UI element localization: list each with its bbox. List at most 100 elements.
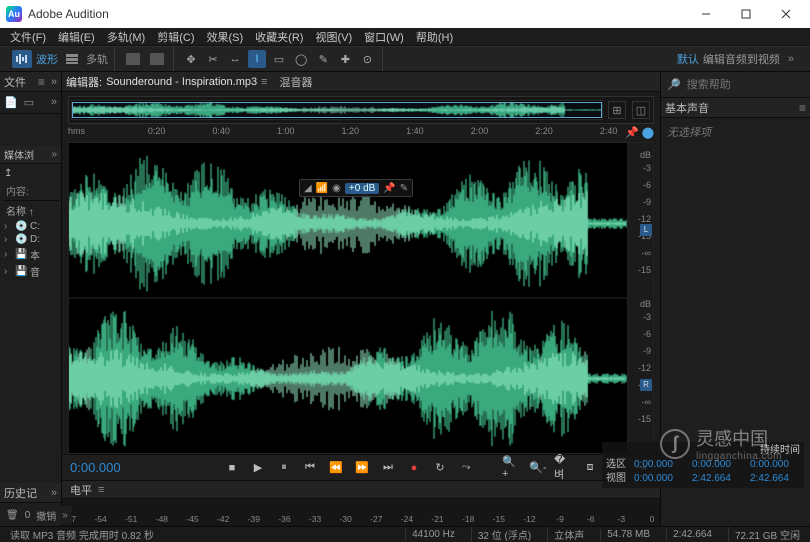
overview-zoom-button[interactable]: ⊞ <box>608 101 626 119</box>
status-message: 读取 MP3 音频 完成用时 0.82 秒 <box>4 527 160 542</box>
files-panel-menu-icon[interactable]: ≡ <box>38 75 45 89</box>
stop-button[interactable]: ■ <box>222 459 242 477</box>
drive-item[interactable]: ›💾本 <box>2 246 59 263</box>
tab-options-icon[interactable]: ≡ <box>261 76 267 88</box>
status-channels: 立体声 <box>547 527 590 542</box>
menu-favorites[interactable]: 收藏夹(R) <box>249 29 309 45</box>
timecode-display[interactable]: 0:00.000 <box>70 460 150 475</box>
open-file-icon[interactable]: 📄 <box>4 96 18 109</box>
settings-icon[interactable]: ⬤ <box>642 126 654 142</box>
overview-nav-button[interactable]: ◫ <box>632 101 650 119</box>
workspace-default[interactable]: 默认 <box>677 51 699 67</box>
pause-button[interactable]: ⏸ <box>274 459 294 477</box>
maximize-button[interactable] <box>726 0 766 28</box>
undo-count: 0 <box>25 510 31 521</box>
drive-item[interactable]: ›💿D: <box>2 233 59 246</box>
media-browser-header[interactable]: 媒体浏 » <box>0 146 61 164</box>
content-label: 内容: <box>2 181 59 201</box>
menu-multitrack[interactable]: 多轨(M) <box>101 29 152 45</box>
timing-selection-dur[interactable]: 0:00.000 <box>750 458 800 472</box>
skip-start-button[interactable]: ⏮ <box>300 459 320 477</box>
tool-move[interactable]: ✥ <box>182 50 200 68</box>
levels-meter[interactable]: -57-54-51-48-45-42-39-36-33-30-27-24-21-… <box>62 498 660 526</box>
skip-end-button[interactable]: ⏭ <box>378 459 398 477</box>
tool-stamp[interactable]: ⊙ <box>358 50 376 68</box>
hud-toolbar[interactable]: ◢ 📶 ◉ +0 dB 📌 ✎ <box>299 179 413 197</box>
help-search-row: 🔎 <box>661 72 810 98</box>
zoom-full-button[interactable]: �벼 <box>554 459 574 477</box>
skip-selection-button[interactable]: ⤳ <box>456 459 476 477</box>
close-button[interactable] <box>766 0 806 28</box>
drive-item[interactable]: ›💿C: <box>2 220 59 233</box>
essential-sound-header[interactable]: 基本声音 ≡ <box>661 98 810 118</box>
help-search-input[interactable] <box>687 79 810 91</box>
tool-time-select[interactable]: I <box>248 50 266 68</box>
amplitude-ruler[interactable]: dB-3-6-9-12-15-∞-15LdB-3-6-9-12-15-∞-15R <box>627 143 653 453</box>
time-ruler[interactable]: hms 0:200:401:001:201:402:002:202:40 📌 ⬤ <box>68 126 654 142</box>
overview-bar[interactable]: ⊞ ◫ <box>68 96 654 124</box>
hud-edit-icon[interactable]: ✎ <box>400 183 408 194</box>
titlebar: Au Adobe Audition <box>0 0 810 28</box>
tool-spectral-freq[interactable] <box>123 50 143 68</box>
tool-razor[interactable]: ✂ <box>204 50 222 68</box>
menu-effects[interactable]: 效果(S) <box>201 29 250 45</box>
hud-pan-icon[interactable]: ◉ <box>332 183 341 194</box>
hud-gain-value[interactable]: +0 dB <box>345 183 379 194</box>
tab-editor[interactable]: 编辑器: Sounderound - Inspiration.mp3 ≡ <box>66 74 268 90</box>
timing-selection-end[interactable]: 0:00.000 <box>692 458 742 472</box>
rewind-button[interactable]: ⏪ <box>326 459 346 477</box>
menu-file[interactable]: 文件(F) <box>4 29 52 45</box>
loop-button[interactable]: ↻ <box>430 459 450 477</box>
tool-brush[interactable]: ✎ <box>314 50 332 68</box>
tool-slip[interactable]: ↔ <box>226 50 244 68</box>
menu-clip[interactable]: 剪辑(C) <box>151 29 200 45</box>
mode-waveform-label: 波形 <box>36 51 58 67</box>
undo-label: 撤销 <box>36 508 56 523</box>
files-panel-header[interactable]: 文件 ≡ » <box>0 72 61 92</box>
hud-pin-icon[interactable]: 📌 <box>383 183 395 194</box>
overview-waveform[interactable] <box>71 100 603 120</box>
tool-spectral-pitch[interactable] <box>147 50 167 68</box>
menu-help[interactable]: 帮助(H) <box>410 29 459 45</box>
tool-marquee[interactable]: ▭ <box>270 50 288 68</box>
files-more-icon[interactable]: » <box>51 96 57 109</box>
hud-fade-icon[interactable]: ◢ <box>304 183 312 194</box>
minimize-button[interactable] <box>686 0 726 28</box>
history-panel-header[interactable]: 历史记 » <box>0 483 61 503</box>
zoom-selection-button[interactable]: ⧈ <box>580 459 600 477</box>
timing-selection-label: 选区 <box>606 458 626 472</box>
waveform-view[interactable]: dB-3-6-9-12-15-∞-15LdB-3-6-9-12-15-∞-15R… <box>68 142 654 454</box>
tool-heal[interactable]: ✚ <box>336 50 354 68</box>
zoom-in-button[interactable]: 🔍+ <box>502 459 522 477</box>
essential-sound-menu-icon[interactable]: ≡ <box>799 101 806 115</box>
record-file-icon[interactable]: ▭ <box>24 96 34 109</box>
overview-viewport-handle[interactable] <box>72 102 602 118</box>
undo-delete-icon[interactable]: 🗑 <box>6 510 19 521</box>
status-bit-depth: 32 位 (浮点) <box>471 527 537 542</box>
tool-lasso[interactable]: ◯ <box>292 50 310 68</box>
levels-panel-header[interactable]: 电平 ≡ <box>62 480 660 498</box>
essential-sound-body: 无选择项 <box>661 118 810 146</box>
menu-view[interactable]: 视图(V) <box>309 29 358 45</box>
tab-mixer[interactable]: 混音器 <box>280 74 313 90</box>
timing-view-dur[interactable]: 2:42.664 <box>750 472 800 486</box>
menubar: 文件(F) 编辑(E) 多轨(M) 剪辑(C) 效果(S) 收藏夹(R) 视图(… <box>0 28 810 46</box>
drive-up-icon[interactable]: ↥ <box>4 168 12 179</box>
mode-multitrack-button[interactable] <box>62 50 82 68</box>
forward-button[interactable]: ⏩ <box>352 459 372 477</box>
drive-item[interactable]: ›💾音 <box>2 263 59 280</box>
hud-signal-icon[interactable]: 📶 <box>316 183 328 194</box>
menu-window[interactable]: 窗口(W) <box>358 29 410 45</box>
levels-title: 电平 <box>70 482 92 498</box>
zoom-out-button[interactable]: 🔍- <box>528 459 548 477</box>
mode-waveform-button[interactable] <box>12 50 32 68</box>
timing-selection-start[interactable]: 0:00.000 <box>634 458 684 472</box>
record-button[interactable]: ● <box>404 459 424 477</box>
timing-view-end[interactable]: 2:42.664 <box>692 472 742 486</box>
play-button[interactable]: ▶ <box>248 459 268 477</box>
search-icon: 🔎 <box>667 78 681 91</box>
name-column-header[interactable]: 名称 ↑ <box>2 201 59 220</box>
menu-edit[interactable]: 编辑(E) <box>52 29 101 45</box>
timing-view-start[interactable]: 0:00.000 <box>634 472 684 486</box>
workspace-edit-audio-video[interactable]: 编辑音频到视频 <box>703 51 780 67</box>
